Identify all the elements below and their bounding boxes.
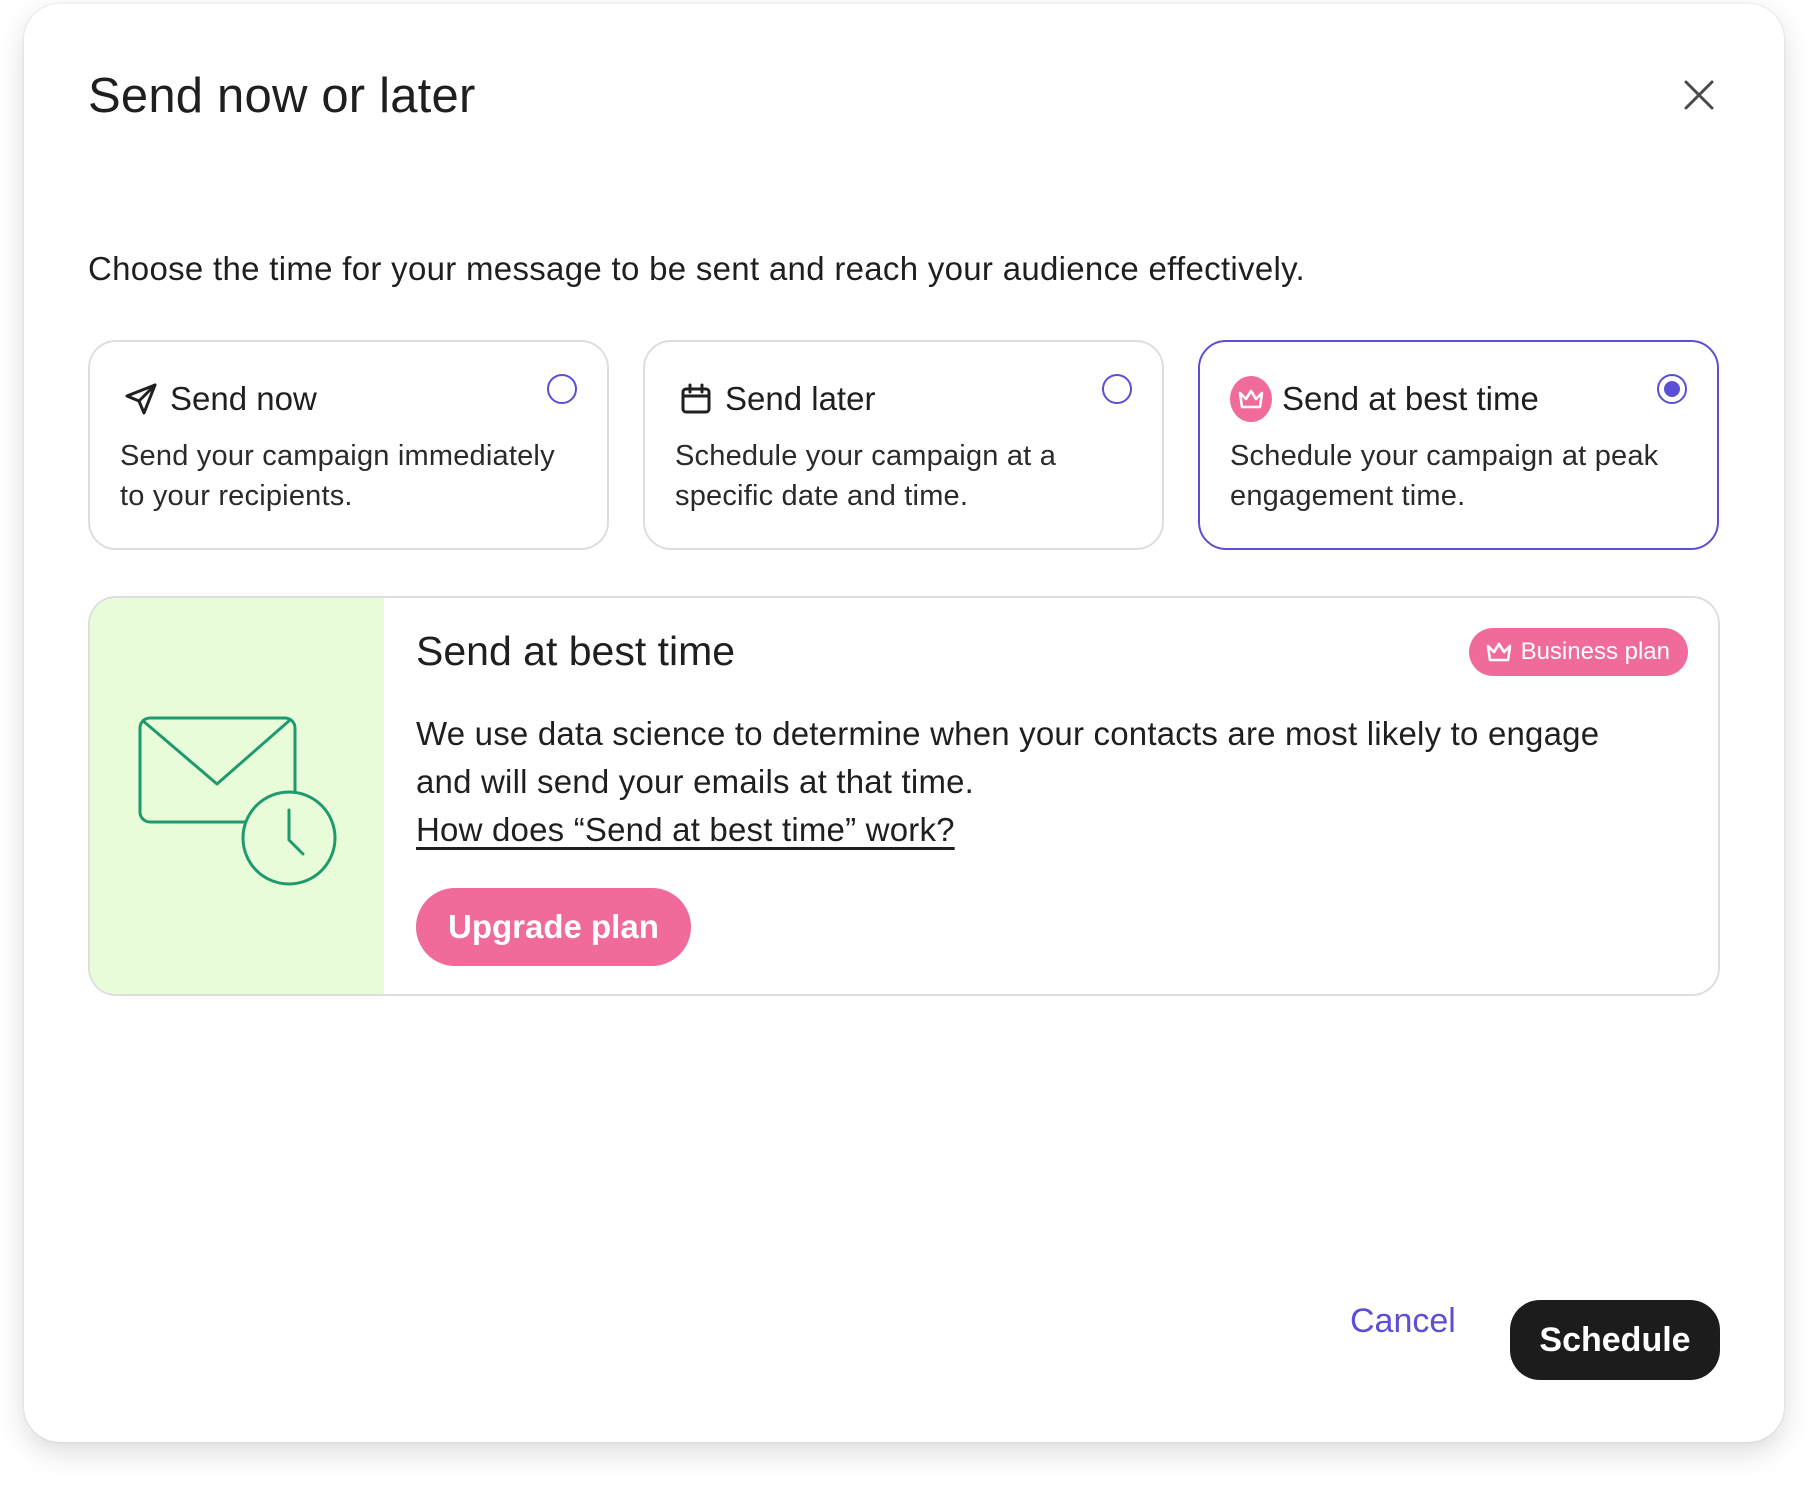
send-icon bbox=[120, 378, 162, 420]
option-send-later[interactable]: Send later Schedule your campaign at a s… bbox=[643, 340, 1164, 550]
option-description: Schedule your campaign at peak engagemen… bbox=[1230, 440, 1659, 512]
how-it-works-link[interactable]: How does “Send at best time” work? bbox=[416, 806, 955, 854]
best-time-info-card: Send at best time Business plan We use d… bbox=[88, 596, 1720, 996]
info-description: We use data science to determine when yo… bbox=[416, 715, 1600, 800]
dialog-title: Send now or later bbox=[88, 69, 476, 123]
crown-icon bbox=[1230, 376, 1272, 422]
mail-clock-icon bbox=[138, 716, 337, 886]
send-time-dialog: Send now or later Choose the time for yo… bbox=[24, 4, 1784, 1442]
option-send-now[interactable]: Send now Send your campaign immediately … bbox=[88, 340, 609, 550]
schedule-button[interactable]: Schedule bbox=[1510, 1300, 1720, 1380]
option-radio[interactable] bbox=[1102, 374, 1132, 404]
info-title: Send at best time bbox=[416, 628, 736, 674]
send-options: Send now Send your campaign immediately … bbox=[88, 340, 1720, 550]
option-description: Schedule your campaign at a specific dat… bbox=[675, 440, 1057, 512]
option-send-best-time[interactable]: Send at best time Schedule your campaign… bbox=[1198, 340, 1719, 550]
option-radio-checked[interactable] bbox=[1657, 374, 1687, 404]
dialog-subtitle: Choose the time for your message to be s… bbox=[88, 250, 1305, 287]
illustration-panel bbox=[90, 598, 384, 994]
option-description: Send your campaign immediately to your r… bbox=[120, 440, 555, 512]
option-title: Send at best time bbox=[1282, 380, 1539, 417]
option-title: Send now bbox=[170, 380, 317, 417]
cancel-button[interactable]: Cancel bbox=[1350, 1282, 1456, 1360]
business-plan-badge: Business plan bbox=[1468, 628, 1688, 676]
option-radio[interactable] bbox=[547, 374, 577, 404]
upgrade-plan-button[interactable]: Upgrade plan bbox=[416, 888, 691, 966]
option-title: Send later bbox=[725, 380, 876, 417]
close-button[interactable] bbox=[1676, 72, 1722, 118]
crown-icon bbox=[1486, 642, 1511, 662]
close-icon bbox=[1684, 80, 1714, 110]
calendar-icon bbox=[675, 378, 717, 420]
badge-label: Business plan bbox=[1520, 638, 1670, 665]
